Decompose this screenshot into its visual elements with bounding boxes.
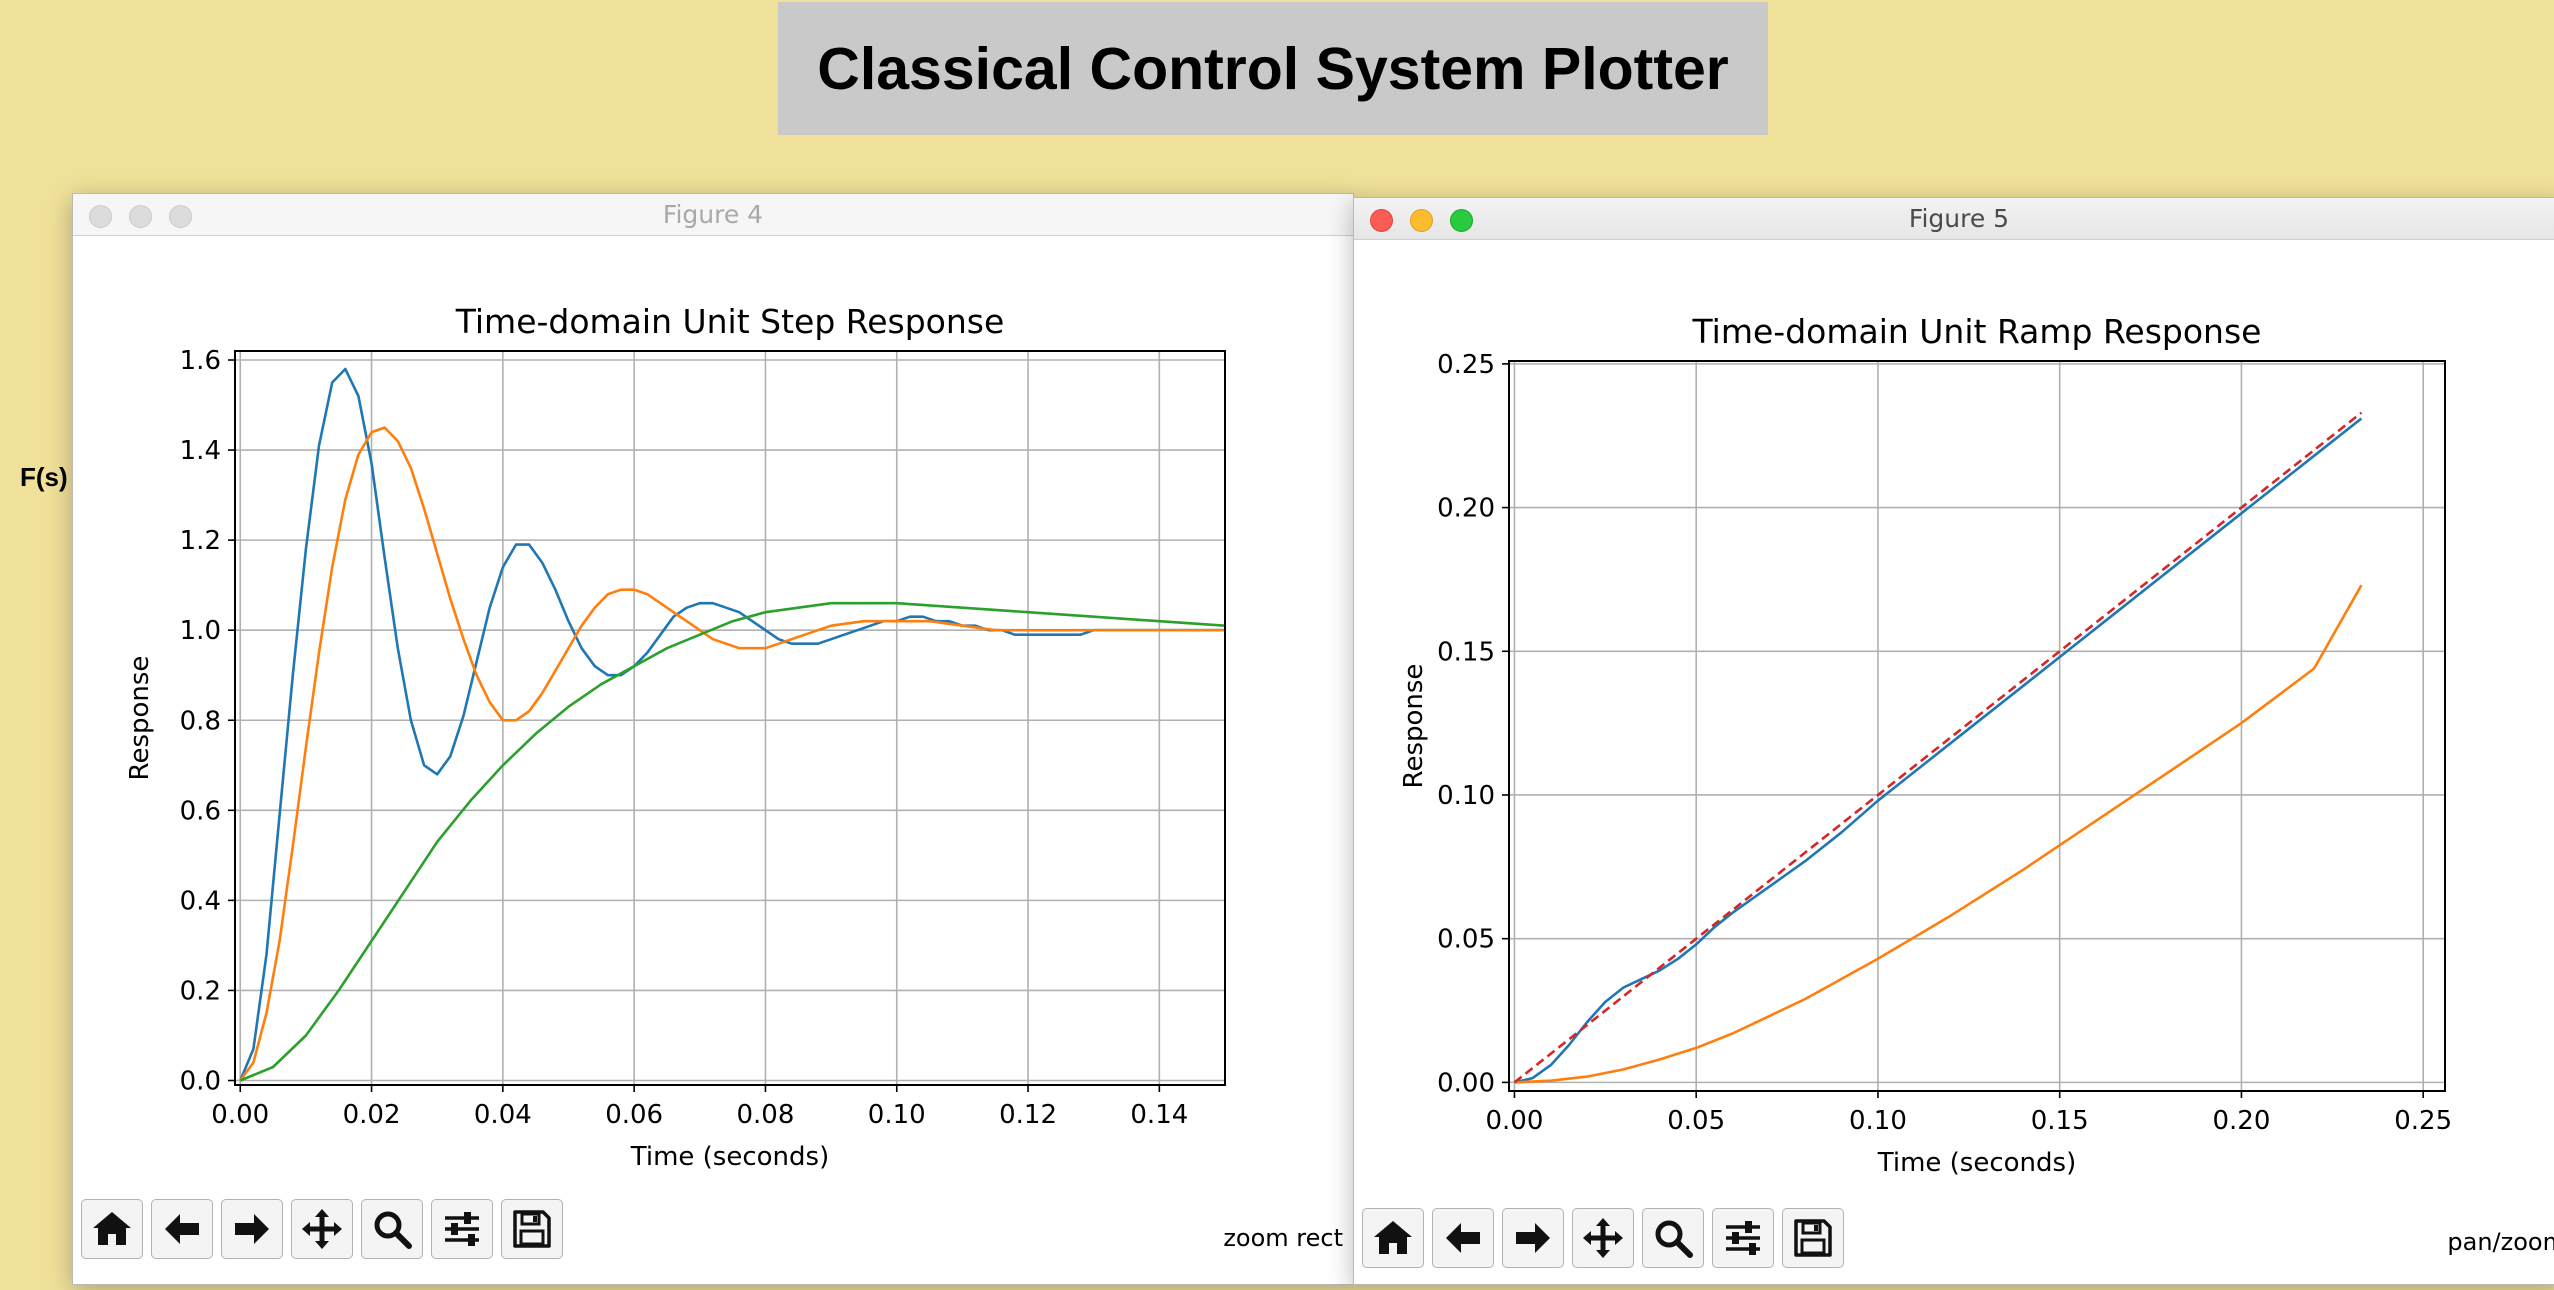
toolbar-mode-text: pan/zoom [2447,1228,2554,1256]
home-button[interactable] [1362,1208,1424,1268]
x-axis-label: Time (seconds) [630,1142,829,1172]
x-tick-label: 0.14 [1130,1100,1188,1130]
floppy-disk-icon [513,1210,551,1248]
pan-button[interactable] [1572,1208,1634,1268]
x-tick-label: 0.02 [343,1100,401,1130]
x-tick-label: 0.08 [737,1100,795,1130]
y-tick-label: 1.0 [180,616,221,646]
home-icon [1374,1221,1412,1254]
zoom-button[interactable] [1642,1208,1704,1268]
plot-area[interactable] [235,351,1225,1085]
x-tick-label: 0.20 [2212,1106,2270,1136]
arrow-right-icon [235,1214,269,1244]
app-title-banner: Classical Control System Plotter [778,2,1768,135]
ramp-response-chart[interactable]: 0.00 0.05 0.10 0.15 0.20 0.25 0.00 0.05 0.10 0.15… [1354,198,2554,1238]
x-tick-label: 0.10 [1849,1106,1907,1136]
pan-button[interactable] [291,1199,353,1259]
sliders-icon [445,1212,479,1246]
y-tick-label: 1.6 [180,346,221,376]
x-tick-label: 0.05 [1667,1106,1725,1136]
x-tick-label: 0.06 [605,1100,663,1130]
x-tick-label: 0.12 [999,1100,1057,1130]
y-tick-label: 0.25 [1437,350,1495,380]
x-tick-label: 0.00 [1486,1106,1544,1136]
move-arrows-icon [1583,1218,1623,1258]
y-axis-label: Response [1399,664,1429,789]
home-icon [93,1212,131,1245]
configure-subplots-button[interactable] [431,1199,493,1259]
move-arrows-icon [302,1209,342,1249]
x-axis-label: Time (seconds) [1877,1148,2076,1178]
forward-button[interactable] [1502,1208,1564,1268]
figure-5-window[interactable]: Figure 5 0.00 0.05 0.10 0.15 0.20 0.25 0.00 0.0… [1353,197,2554,1285]
y-tick-label: 0.6 [180,796,221,826]
chart-title: Time-domain Unit Step Response [455,302,1005,341]
y-tick-label: 0.4 [180,886,221,916]
home-button[interactable] [81,1199,143,1259]
y-tick-label: 0.15 [1437,637,1495,667]
back-button[interactable] [1432,1208,1494,1268]
zoom-button[interactable] [361,1199,423,1259]
magnifier-icon [374,1211,412,1249]
x-tick-label: 0.25 [2394,1106,2452,1136]
configure-subplots-button[interactable] [1712,1208,1774,1268]
figure-4-window[interactable]: Figure 4 0.00 0.02 0.04 0.06 0.08 0.10 0.12 0.1… [72,193,1354,1285]
arrow-left-icon [1446,1223,1480,1253]
back-button[interactable] [151,1199,213,1259]
step-response-chart[interactable]: 0.00 0.02 0.04 0.06 0.08 0.10 0.12 0.14 0.0 0.2 0.… [73,194,1353,1234]
y-axis-label: Response [125,656,155,781]
sliders-icon [1726,1221,1760,1255]
plot-area[interactable] [1509,361,2445,1091]
arrow-left-icon [165,1214,199,1244]
y-tick-label: 0.20 [1437,494,1495,524]
toolbar-mode-text: zoom rect [1223,1224,1343,1252]
y-tick-label: 0.00 [1437,1068,1495,1098]
save-button[interactable] [1782,1208,1844,1268]
x-tick-label: 0.15 [2031,1106,2089,1136]
transfer-function-label: F(s) [20,462,68,492]
y-tick-label: 0.0 [180,1066,221,1096]
y-tick-label: 0.2 [180,976,221,1006]
y-tick-label: 1.4 [180,436,221,466]
y-tick-label: 0.8 [180,706,221,736]
x-tick-label: 0.10 [868,1100,926,1130]
arrow-right-icon [1516,1223,1550,1253]
floppy-disk-icon [1794,1219,1832,1257]
x-tick-label: 0.04 [474,1100,532,1130]
y-tick-label: 0.10 [1437,781,1495,811]
x-tick-label: 0.00 [211,1100,269,1130]
app-title: Classical Control System Plotter [817,35,1729,102]
navigation-toolbar [1362,1208,1844,1268]
forward-button[interactable] [221,1199,283,1259]
y-tick-label: 1.2 [180,526,221,556]
magnifier-icon [1655,1220,1693,1258]
chart-title: Time-domain Unit Ramp Response [1692,312,2262,351]
y-tick-label: 0.05 [1437,925,1495,955]
navigation-toolbar [81,1199,563,1259]
save-button[interactable] [501,1199,563,1259]
